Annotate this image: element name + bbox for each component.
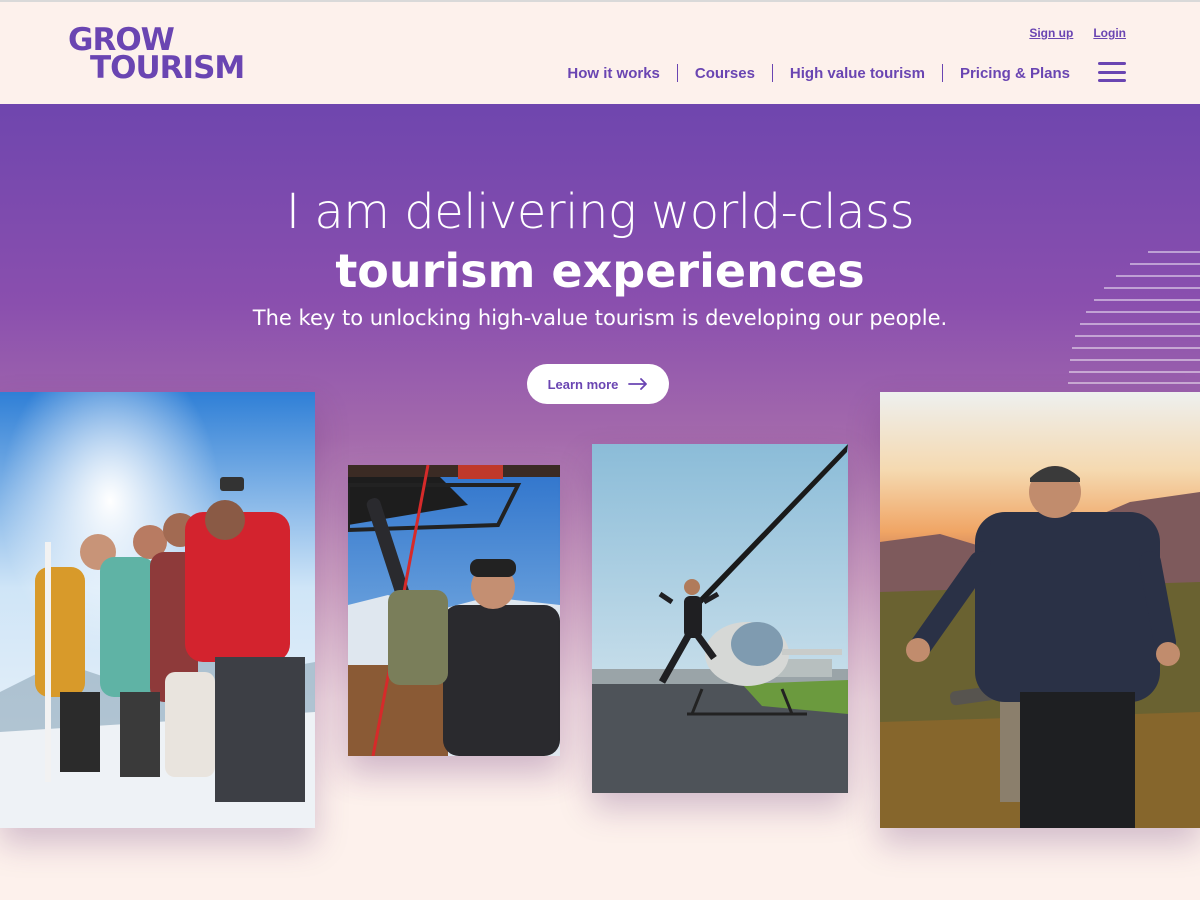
arrow-right-icon xyxy=(628,378,648,390)
logo-line-2: TOURISM xyxy=(90,50,245,86)
grow-tourism-logo[interactable]: GROW TOURISM xyxy=(68,25,245,88)
ski-group-selfie-photo xyxy=(0,392,315,828)
hero-subtitle: The key to unlocking high-value tourism … xyxy=(252,306,948,330)
login-link[interactable]: Login xyxy=(1093,26,1126,40)
nav-how-it-works[interactable]: How it works xyxy=(567,65,660,82)
nav-high-value-tourism[interactable]: High value tourism xyxy=(790,65,925,82)
hero-heading-line-2: tourism experiences xyxy=(335,244,865,298)
nav-courses[interactable]: Courses xyxy=(695,65,755,82)
hamburger-menu-icon[interactable] xyxy=(1098,62,1126,82)
main-nav: How it works Courses High value tourism … xyxy=(567,64,1070,82)
guide-sunset-photo xyxy=(880,392,1200,828)
account-links: Sign up Login xyxy=(1029,26,1126,40)
hero-heading-line-1: I am delivering world-class xyxy=(285,184,915,240)
hero-heading: I am delivering world-class tourism expe… xyxy=(0,184,1200,298)
site-header: GROW TOURISM Sign up Login How it works … xyxy=(0,0,1200,104)
nav-divider xyxy=(941,64,943,82)
nav-pricing-plans[interactable]: Pricing & Plans xyxy=(960,65,1070,82)
hero-section: I am delivering world-class tourism expe… xyxy=(0,104,1200,900)
nav-divider xyxy=(676,64,678,82)
hot-air-balloon-selfie-photo xyxy=(348,465,560,756)
nav-divider xyxy=(771,64,773,82)
learn-more-label: Learn more xyxy=(547,376,619,392)
sign-up-link[interactable]: Sign up xyxy=(1029,26,1073,40)
learn-more-button[interactable]: Learn more xyxy=(527,364,669,404)
helicopter-jump-photo xyxy=(592,444,848,793)
